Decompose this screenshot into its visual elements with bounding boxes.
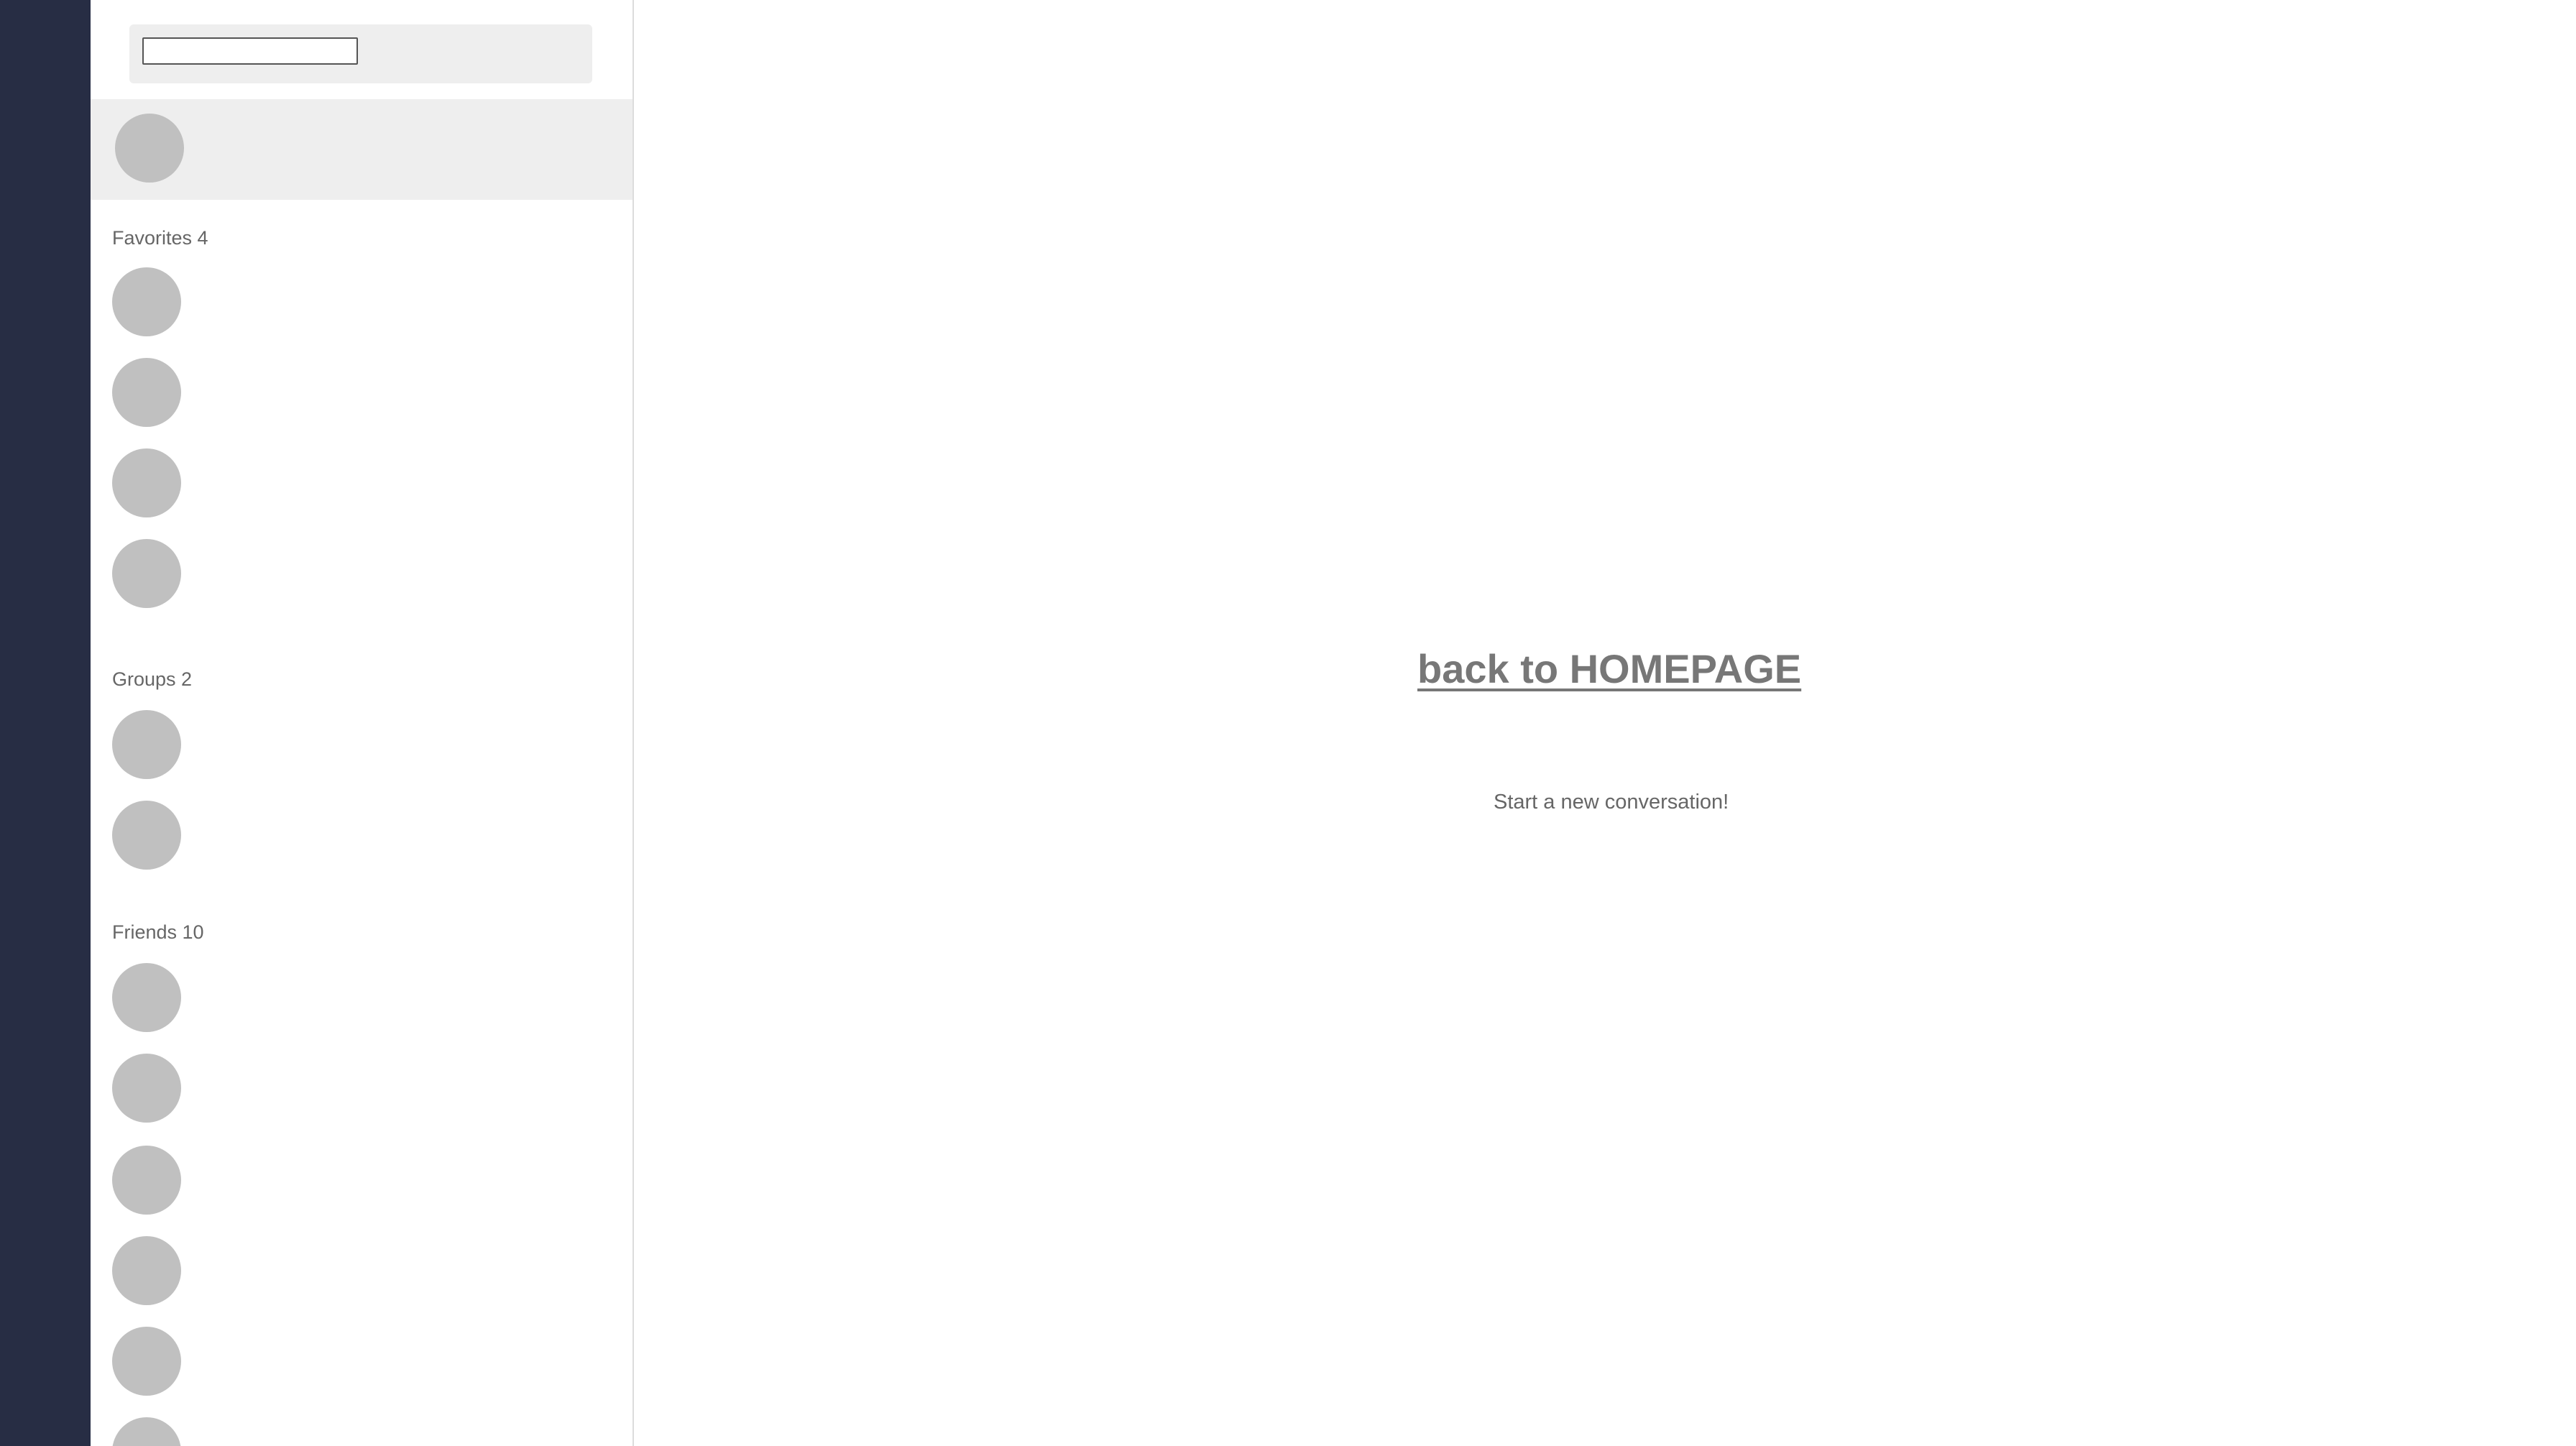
favorite-contact-avatar[interactable]	[112, 358, 181, 427]
current-user-row[interactable]	[91, 99, 632, 200]
friend-avatar[interactable]	[112, 963, 181, 1032]
avatar[interactable]	[115, 114, 184, 183]
friend-avatar[interactable]	[112, 1146, 181, 1215]
favorite-contact-avatar[interactable]	[112, 448, 181, 517]
group-avatar[interactable]	[112, 801, 181, 870]
conversation-pane: back to HOMEPAGE Start a new conversatio…	[634, 0, 2576, 1446]
friend-avatar[interactable]	[112, 1327, 181, 1396]
nav-rail	[0, 0, 91, 1446]
friend-avatar[interactable]	[112, 1054, 181, 1123]
friend-avatar[interactable]	[112, 1417, 181, 1446]
favorite-contact-avatar[interactable]	[112, 539, 181, 608]
search-box	[129, 24, 592, 83]
group-avatar[interactable]	[112, 710, 181, 779]
friends-section-label: Friends 10	[112, 921, 204, 943]
search-input[interactable]	[142, 37, 358, 65]
groups-section-label: Groups 2	[112, 668, 193, 690]
favorite-contact-avatar[interactable]	[112, 267, 181, 336]
back-to-homepage-link[interactable]: back to HOMEPAGE	[1417, 645, 1920, 692]
favorites-section-label: Favorites 4	[112, 227, 208, 249]
app-window: Favorites 4 Groups 2 Friends 10 back to …	[0, 0, 2576, 1446]
contacts-sidebar: Favorites 4 Groups 2 Friends 10	[91, 0, 634, 1446]
friend-avatar[interactable]	[112, 1236, 181, 1305]
empty-state-message: Start a new conversation!	[1494, 791, 1729, 814]
